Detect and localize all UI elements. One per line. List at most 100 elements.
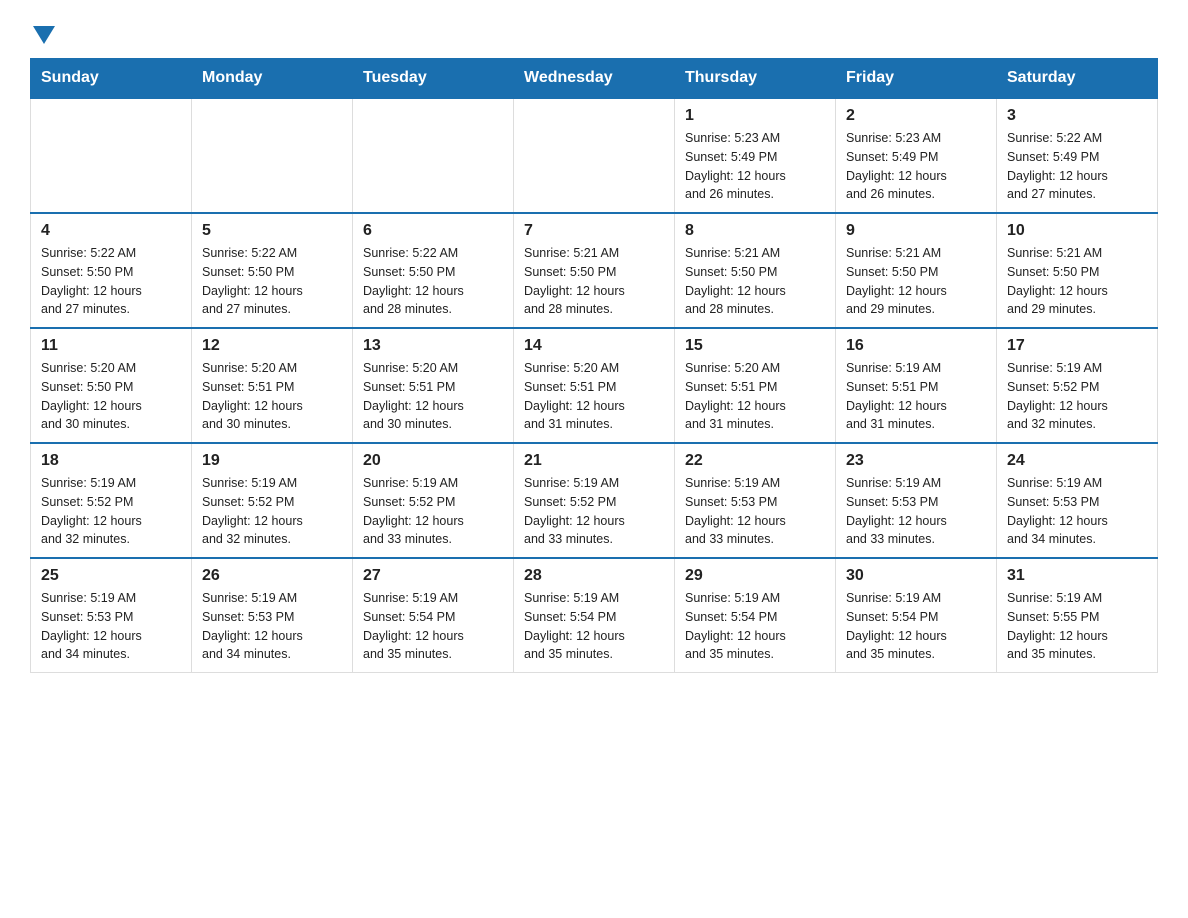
calendar-table: SundayMondayTuesdayWednesdayThursdayFrid…: [30, 58, 1158, 673]
calendar-cell: [31, 98, 192, 213]
calendar-header-thursday: Thursday: [675, 59, 836, 99]
day-info: Sunrise: 5:22 AM Sunset: 5:50 PM Dayligh…: [363, 244, 503, 319]
logo-triangle-icon: [33, 26, 55, 44]
day-info: Sunrise: 5:19 AM Sunset: 5:51 PM Dayligh…: [846, 359, 986, 434]
calendar-cell: 4 Sunrise: 5:22 AM Sunset: 5:50 PM Daylig…: [31, 213, 192, 328]
day-number: 20: [363, 452, 503, 470]
calendar-cell: 23 Sunrise: 5:19 AM Sunset: 5:53 PM Dayli…: [836, 443, 997, 558]
calendar-cell: 7 Sunrise: 5:21 AM Sunset: 5:50 PM Daylig…: [514, 213, 675, 328]
calendar-week-row: 1 Sunrise: 5:23 AM Sunset: 5:49 PM Daylig…: [31, 98, 1158, 213]
calendar-header-wednesday: Wednesday: [514, 59, 675, 99]
day-info: Sunrise: 5:19 AM Sunset: 5:52 PM Dayligh…: [524, 474, 664, 549]
day-number: 29: [685, 567, 825, 585]
calendar-cell: 11Sunrise: 5:20 AM Sunset: 5:50 PM Dayli…: [31, 328, 192, 443]
calendar-week-row: 25 Sunrise: 5:19 AM Sunset: 5:53 PM Dayli…: [31, 558, 1158, 673]
calendar-cell: 16 Sunrise: 5:19 AM Sunset: 5:51 PM Dayli…: [836, 328, 997, 443]
day-info: Sunrise: 5:19 AM Sunset: 5:52 PM Dayligh…: [41, 474, 181, 549]
calendar-cell: 22 Sunrise: 5:19 AM Sunset: 5:53 PM Dayli…: [675, 443, 836, 558]
day-number: 7: [524, 222, 664, 240]
calendar-cell: 3 Sunrise: 5:22 AM Sunset: 5:49 PM Daylig…: [997, 98, 1158, 213]
calendar-cell: 20Sunrise: 5:19 AM Sunset: 5:52 PM Dayli…: [353, 443, 514, 558]
day-number: 15: [685, 337, 825, 355]
day-info: Sunrise: 5:19 AM Sunset: 5:53 PM Dayligh…: [846, 474, 986, 549]
calendar-week-row: 11Sunrise: 5:20 AM Sunset: 5:50 PM Dayli…: [31, 328, 1158, 443]
calendar-cell: 21 Sunrise: 5:19 AM Sunset: 5:52 PM Dayli…: [514, 443, 675, 558]
day-info: Sunrise: 5:19 AM Sunset: 5:54 PM Dayligh…: [363, 589, 503, 664]
day-number: 12: [202, 337, 342, 355]
day-number: 26: [202, 567, 342, 585]
day-info: Sunrise: 5:19 AM Sunset: 5:52 PM Dayligh…: [202, 474, 342, 549]
calendar-header-sunday: Sunday: [31, 59, 192, 99]
calendar-header-saturday: Saturday: [997, 59, 1158, 99]
calendar-cell: 8 Sunrise: 5:21 AM Sunset: 5:50 PM Daylig…: [675, 213, 836, 328]
day-number: 2: [846, 107, 986, 125]
day-number: 24: [1007, 452, 1147, 470]
day-number: 27: [363, 567, 503, 585]
day-number: 18: [41, 452, 181, 470]
calendar-cell: 17 Sunrise: 5:19 AM Sunset: 5:52 PM Dayli…: [997, 328, 1158, 443]
day-number: 30: [846, 567, 986, 585]
calendar-cell: 13Sunrise: 5:20 AM Sunset: 5:51 PM Dayli…: [353, 328, 514, 443]
day-info: Sunrise: 5:23 AM Sunset: 5:49 PM Dayligh…: [685, 129, 825, 204]
calendar-cell: 24 Sunrise: 5:19 AM Sunset: 5:53 PM Dayli…: [997, 443, 1158, 558]
day-number: 31: [1007, 567, 1147, 585]
day-number: 23: [846, 452, 986, 470]
calendar-cell: 12 Sunrise: 5:20 AM Sunset: 5:51 PM Dayli…: [192, 328, 353, 443]
day-info: Sunrise: 5:19 AM Sunset: 5:55 PM Dayligh…: [1007, 589, 1147, 664]
calendar-cell: 14 Sunrise: 5:20 AM Sunset: 5:51 PM Dayli…: [514, 328, 675, 443]
day-info: Sunrise: 5:22 AM Sunset: 5:50 PM Dayligh…: [41, 244, 181, 319]
calendar-cell: 29 Sunrise: 5:19 AM Sunset: 5:54 PM Dayli…: [675, 558, 836, 673]
day-number: 17: [1007, 337, 1147, 355]
calendar-header-row: SundayMondayTuesdayWednesdayThursdayFrid…: [31, 59, 1158, 99]
calendar-cell: 9 Sunrise: 5:21 AM Sunset: 5:50 PM Daylig…: [836, 213, 997, 328]
day-info: Sunrise: 5:20 AM Sunset: 5:51 PM Dayligh…: [685, 359, 825, 434]
day-info: Sunrise: 5:20 AM Sunset: 5:51 PM Dayligh…: [363, 359, 503, 434]
day-info: Sunrise: 5:19 AM Sunset: 5:54 PM Dayligh…: [685, 589, 825, 664]
day-info: Sunrise: 5:21 AM Sunset: 5:50 PM Dayligh…: [1007, 244, 1147, 319]
calendar-header-monday: Monday: [192, 59, 353, 99]
day-info: Sunrise: 5:20 AM Sunset: 5:51 PM Dayligh…: [524, 359, 664, 434]
day-info: Sunrise: 5:19 AM Sunset: 5:53 PM Dayligh…: [1007, 474, 1147, 549]
calendar-cell: 26Sunrise: 5:19 AM Sunset: 5:53 PM Dayli…: [192, 558, 353, 673]
day-number: 14: [524, 337, 664, 355]
day-number: 25: [41, 567, 181, 585]
calendar-cell: 27 Sunrise: 5:19 AM Sunset: 5:54 PM Dayli…: [353, 558, 514, 673]
day-info: Sunrise: 5:21 AM Sunset: 5:50 PM Dayligh…: [524, 244, 664, 319]
day-number: 19: [202, 452, 342, 470]
calendar-cell: 28 Sunrise: 5:19 AM Sunset: 5:54 PM Dayli…: [514, 558, 675, 673]
day-info: Sunrise: 5:19 AM Sunset: 5:54 PM Dayligh…: [846, 589, 986, 664]
day-info: Sunrise: 5:21 AM Sunset: 5:50 PM Dayligh…: [846, 244, 986, 319]
day-info: Sunrise: 5:22 AM Sunset: 5:50 PM Dayligh…: [202, 244, 342, 319]
calendar-week-row: 18 Sunrise: 5:19 AM Sunset: 5:52 PM Dayli…: [31, 443, 1158, 558]
day-info: Sunrise: 5:21 AM Sunset: 5:50 PM Dayligh…: [685, 244, 825, 319]
day-number: 22: [685, 452, 825, 470]
calendar-cell: [514, 98, 675, 213]
day-number: 28: [524, 567, 664, 585]
day-number: 4: [41, 222, 181, 240]
day-number: 1: [685, 107, 825, 125]
day-number: 3: [1007, 107, 1147, 125]
calendar-header-friday: Friday: [836, 59, 997, 99]
day-number: 16: [846, 337, 986, 355]
calendar-week-row: 4 Sunrise: 5:22 AM Sunset: 5:50 PM Daylig…: [31, 213, 1158, 328]
calendar-header-tuesday: Tuesday: [353, 59, 514, 99]
day-number: 21: [524, 452, 664, 470]
day-number: 10: [1007, 222, 1147, 240]
day-number: 11: [41, 337, 181, 355]
day-info: Sunrise: 5:22 AM Sunset: 5:49 PM Dayligh…: [1007, 129, 1147, 204]
page-header: [30, 24, 1158, 40]
calendar-cell: 30 Sunrise: 5:19 AM Sunset: 5:54 PM Dayli…: [836, 558, 997, 673]
calendar-cell: 1 Sunrise: 5:23 AM Sunset: 5:49 PM Daylig…: [675, 98, 836, 213]
calendar-cell: [192, 98, 353, 213]
calendar-cell: 31 Sunrise: 5:19 AM Sunset: 5:55 PM Dayli…: [997, 558, 1158, 673]
calendar-cell: 10 Sunrise: 5:21 AM Sunset: 5:50 PM Dayli…: [997, 213, 1158, 328]
calendar-cell: 5Sunrise: 5:22 AM Sunset: 5:50 PM Daylig…: [192, 213, 353, 328]
day-info: Sunrise: 5:19 AM Sunset: 5:53 PM Dayligh…: [41, 589, 181, 664]
calendar-cell: [353, 98, 514, 213]
day-number: 9: [846, 222, 986, 240]
day-number: 8: [685, 222, 825, 240]
day-info: Sunrise: 5:20 AM Sunset: 5:51 PM Dayligh…: [202, 359, 342, 434]
day-info: Sunrise: 5:19 AM Sunset: 5:53 PM Dayligh…: [685, 474, 825, 549]
day-info: Sunrise: 5:19 AM Sunset: 5:54 PM Dayligh…: [524, 589, 664, 664]
day-info: Sunrise: 5:19 AM Sunset: 5:52 PM Dayligh…: [1007, 359, 1147, 434]
